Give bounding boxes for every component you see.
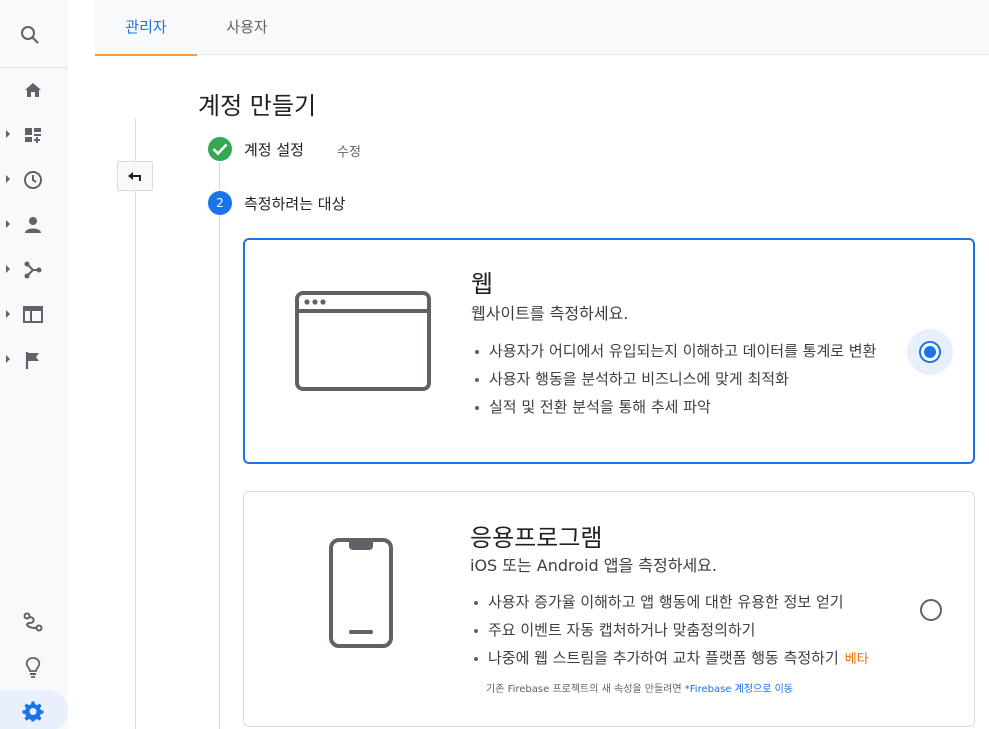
- web-option-title: 웹: [471, 270, 494, 298]
- stepper-line: [219, 162, 220, 729]
- firebase-note-text: 기존 Firebase 프로젝트의 새 속성을 만들려면: [486, 684, 685, 695]
- audience-icon: [25, 217, 41, 233]
- left-nav-rail: [0, 0, 68, 729]
- list-item: 실적 및 전환 분석을 통해 추세 파악: [471, 398, 911, 417]
- column-divider: [135, 118, 136, 729]
- list-item: 주요 이벤트 자동 캡처하거나 맞춤정의하기: [470, 621, 940, 640]
- app-option-subtitle: iOS 또는 Android 앱을 측정하세요.: [470, 556, 717, 575]
- attribution-icon: [23, 612, 43, 632]
- web-option-card[interactable]: 웹 웹사이트를 측정하세요. 사용자가 어디에서 유입되는지 이해하고 데이터를…: [243, 238, 975, 464]
- firebase-note: 기존 Firebase 프로젝트의 새 속성을 만들려면 *Firebase 계…: [486, 680, 793, 695]
- step1-edit-link[interactable]: 수정: [337, 141, 361, 160]
- expand-caret-icon: [6, 130, 10, 138]
- app-option-card[interactable]: 응용프로그램 iOS 또는 Android 앱을 측정하세요. 사용자 증가율 …: [243, 491, 975, 727]
- step1-label: 계정 설정: [244, 141, 304, 159]
- nav-audience[interactable]: [0, 203, 68, 247]
- back-arrow-icon: [128, 172, 141, 181]
- nav-customization[interactable]: [0, 113, 68, 157]
- back-button[interactable]: [117, 161, 153, 191]
- firebase-account-link[interactable]: *Firebase 계정으로 이동: [685, 684, 793, 695]
- customization-icon: [25, 128, 41, 143]
- tab-admin[interactable]: 관리자: [95, 0, 197, 56]
- nav-admin[interactable]: [0, 690, 68, 729]
- nav-attribution[interactable]: [0, 600, 68, 644]
- admin-gear-icon: [22, 701, 44, 722]
- acquisition-icon: [24, 261, 42, 279]
- conversions-icon: [25, 352, 39, 369]
- web-benefit-list: 사용자가 어디에서 유입되는지 이해하고 데이터를 통계로 변환 사용자 행동을…: [471, 342, 911, 426]
- check-icon: [212, 143, 228, 156]
- web-radio-button[interactable]: [919, 341, 941, 363]
- beta-badge: 베타: [844, 652, 869, 667]
- behavior-icon: [23, 306, 43, 323]
- nav-discover[interactable]: [0, 645, 68, 689]
- expand-caret-icon: [6, 175, 10, 183]
- app-benefit-list: 사용자 증가율 이해하고 앱 행동에 대한 유용한 정보 얻기 주요 이벤트 자…: [470, 593, 940, 678]
- list-item-text: 나중에 웹 스트림을 추가하여 교차 플랫폼 행동 측정하기: [488, 649, 839, 667]
- list-item: 나중에 웹 스트림을 추가하여 교차 플랫폼 행동 측정하기 베타: [470, 649, 940, 669]
- nav-conversions[interactable]: [0, 338, 68, 382]
- expand-caret-icon: [6, 265, 10, 273]
- nav-acquisition[interactable]: [0, 248, 68, 292]
- app-radio-button[interactable]: [920, 599, 942, 621]
- nav-behavior[interactable]: [0, 293, 68, 337]
- discover-icon: [25, 657, 41, 678]
- tab-user[interactable]: 사용자: [197, 0, 297, 55]
- search-button[interactable]: [0, 0, 68, 68]
- step1-complete-indicator: [208, 137, 232, 161]
- web-option-subtitle: 웹사이트를 측정하세요.: [471, 304, 629, 323]
- app-option-title: 응용프로그램: [470, 524, 603, 552]
- step2-label: 측정하려는 대상: [244, 195, 346, 213]
- page-title: 계정 만들기: [198, 92, 317, 120]
- browser-window-icon: [295, 291, 431, 391]
- search-icon: [21, 26, 39, 44]
- expand-caret-icon: [6, 310, 10, 318]
- nav-realtime[interactable]: [0, 158, 68, 202]
- expand-caret-icon: [6, 355, 10, 363]
- realtime-icon: [24, 171, 42, 189]
- list-item: 사용자 행동을 분석하고 비즈니스에 맞게 최적화: [471, 370, 911, 389]
- expand-caret-icon: [6, 220, 10, 228]
- home-icon: [25, 83, 41, 97]
- step2-number-badge: 2: [208, 191, 232, 215]
- list-item: 사용자가 어디에서 유입되는지 이해하고 데이터를 통계로 변환: [471, 342, 911, 361]
- rail-gutter: [68, 0, 95, 729]
- analytics-app: 관리자 사용자 계정 만들기 계정 설정 수정 2 측정하려는 대상 웹 웹사이…: [0, 0, 989, 729]
- mobile-phone-icon: [329, 538, 393, 648]
- nav-home[interactable]: [0, 68, 68, 112]
- list-item: 사용자 증가율 이해하고 앱 행동에 대한 유용한 정보 얻기: [470, 593, 940, 612]
- top-tab-bar: 관리자 사용자: [95, 0, 989, 56]
